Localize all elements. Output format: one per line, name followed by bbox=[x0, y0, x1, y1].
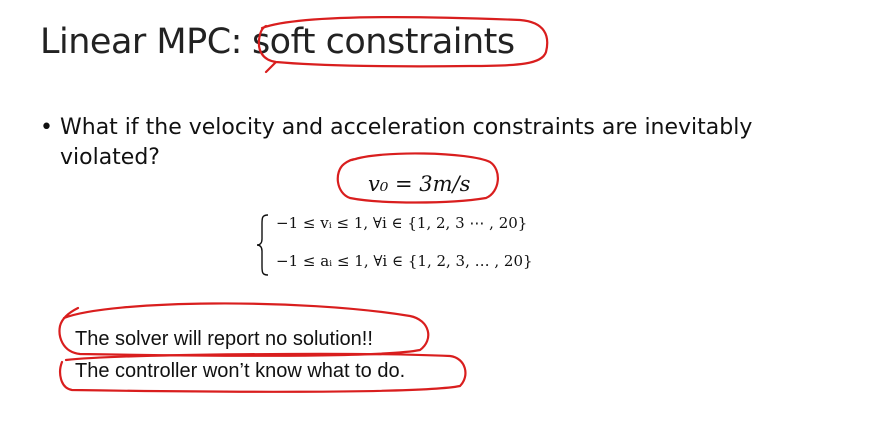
slide-title: Linear MPC: soft constraints bbox=[40, 22, 515, 62]
bullet-point: • What if the velocity and acceleration … bbox=[40, 113, 820, 173]
controller-note: The controller won’t know what to do. bbox=[75, 360, 406, 382]
acceleration-constraint: −1 ≤ aᵢ ≤ 1, ∀i ∈ {1, 2, 3, … , 20} bbox=[276, 252, 533, 270]
bullet-text: What if the velocity and acceleration co… bbox=[60, 115, 753, 170]
left-brace-icon bbox=[256, 214, 269, 276]
bullet-dot: • bbox=[40, 115, 53, 140]
solver-note: The solver will report no solution!! bbox=[75, 328, 373, 350]
title-emphasis: soft constraints bbox=[251, 22, 515, 62]
initial-velocity-equation: v₀ = 3m/s bbox=[368, 172, 471, 196]
slide: Linear MPC: soft constraints • What if th… bbox=[0, 0, 880, 437]
velocity-constraint: −1 ≤ vᵢ ≤ 1, ∀i ∈ {1, 2, 3 ⋯ , 20} bbox=[276, 214, 528, 232]
title-prefix: Linear MPC: bbox=[40, 22, 242, 62]
